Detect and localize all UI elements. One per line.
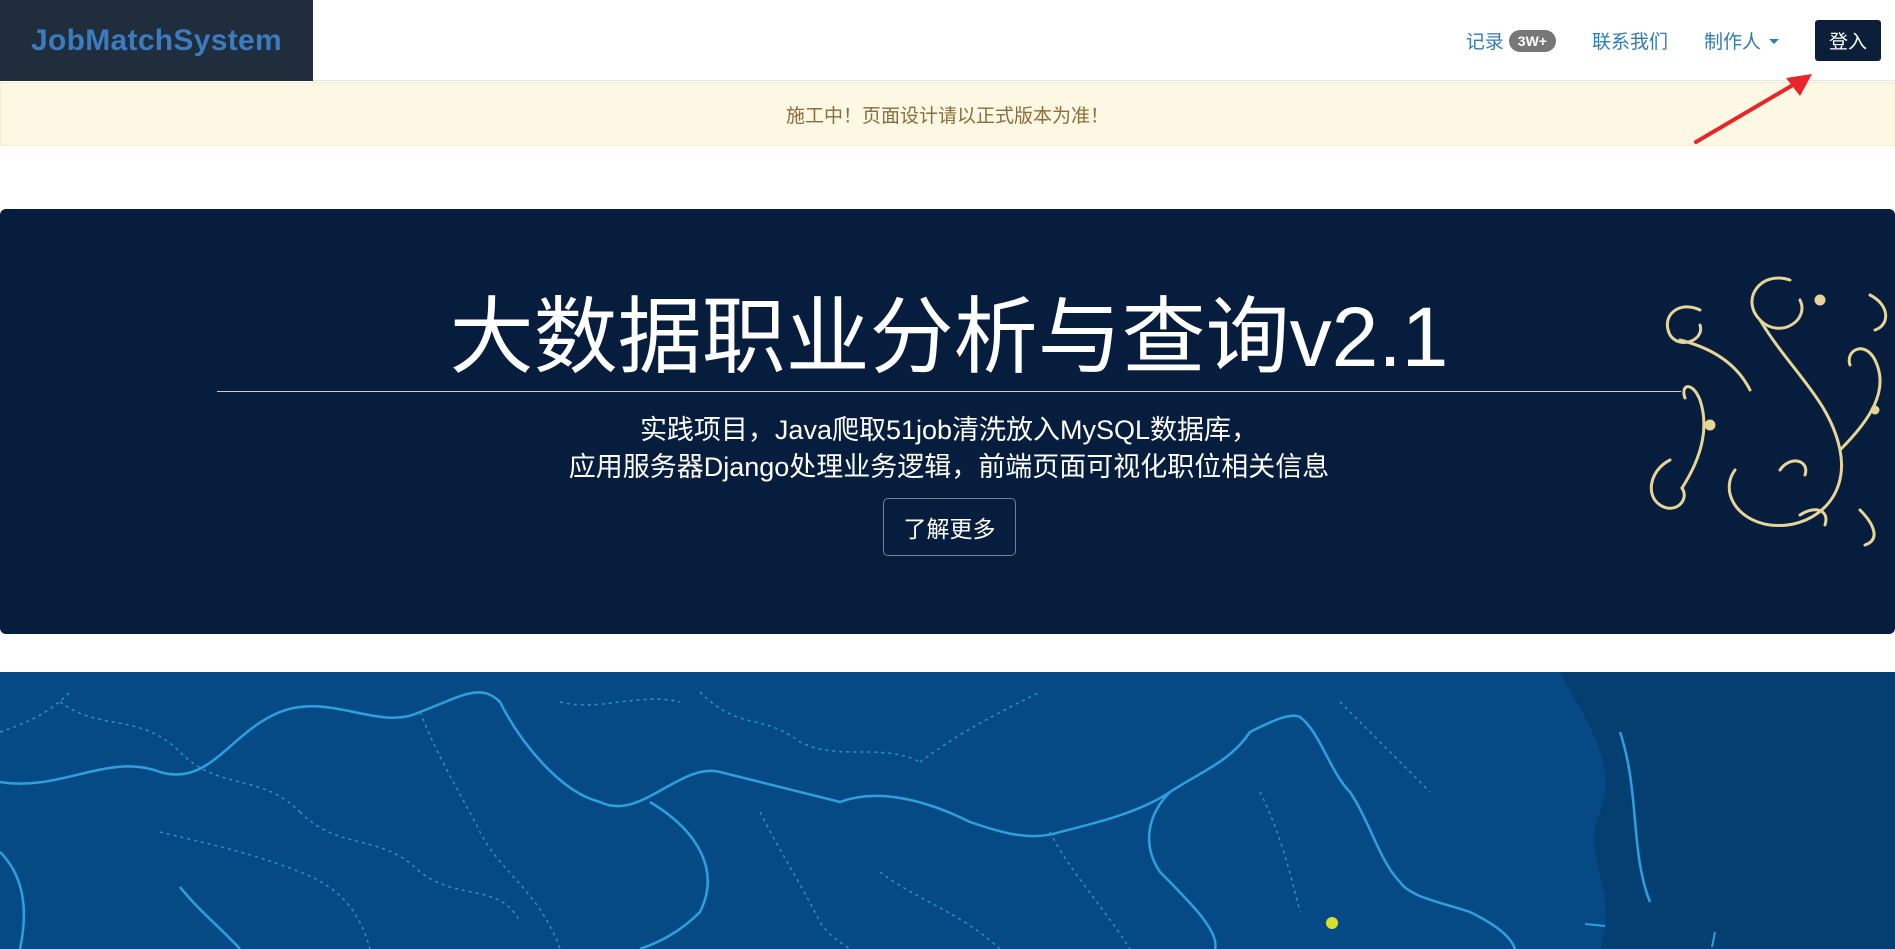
brand-logo[interactable]: JobMatchSystem <box>0 0 313 81</box>
hero-description-line-1: 实践项目，Java爬取51job清洗放入MySQL数据库， <box>639 415 1259 445</box>
records-label[interactable]: 记录 <box>1466 27 1504 54</box>
hero-description-line-2: 应用服务器Django处理业务逻辑，前端页面可视化职位相关信息 <box>568 452 1330 482</box>
top-navbar: JobMatchSystem 记录 3W+ 联系我们 制作人 登入 <box>0 0 1895 81</box>
records-count-badge: 3W+ <box>1508 29 1556 52</box>
hero-divider <box>217 391 1681 392</box>
records-link[interactable]: 记录 3W+ <box>1466 27 1556 54</box>
author-label[interactable]: 制作人 <box>1704 27 1761 54</box>
alert-text: 施工中！页面设计请以正式版本为准！ <box>785 105 1109 127</box>
brand-name[interactable]: JobMatchSystem <box>31 24 282 58</box>
nav-right-menu: 记录 3W+ 联系我们 制作人 登入 <box>1466 0 1895 81</box>
contact-label[interactable]: 联系我们 <box>1592 27 1668 54</box>
caret-down-icon[interactable] <box>1769 39 1779 44</box>
learn-more-button[interactable]: 了解更多 <box>883 498 1016 556</box>
red-arrow-icon <box>1694 74 1812 144</box>
region-map[interactable] <box>0 672 1895 949</box>
map-marker-dot <box>1326 917 1338 929</box>
construction-alert: 施工中！页面设计请以正式版本为准！ <box>0 82 1895 146</box>
author-dropdown[interactable]: 制作人 <box>1704 27 1779 54</box>
login-button[interactable]: 登入 <box>1815 20 1881 61</box>
flourish-ornament-icon <box>1649 276 1888 547</box>
hero-title: 大数据职业分析与查询v2.1 <box>449 290 1449 384</box>
contact-link[interactable]: 联系我们 <box>1592 27 1668 54</box>
